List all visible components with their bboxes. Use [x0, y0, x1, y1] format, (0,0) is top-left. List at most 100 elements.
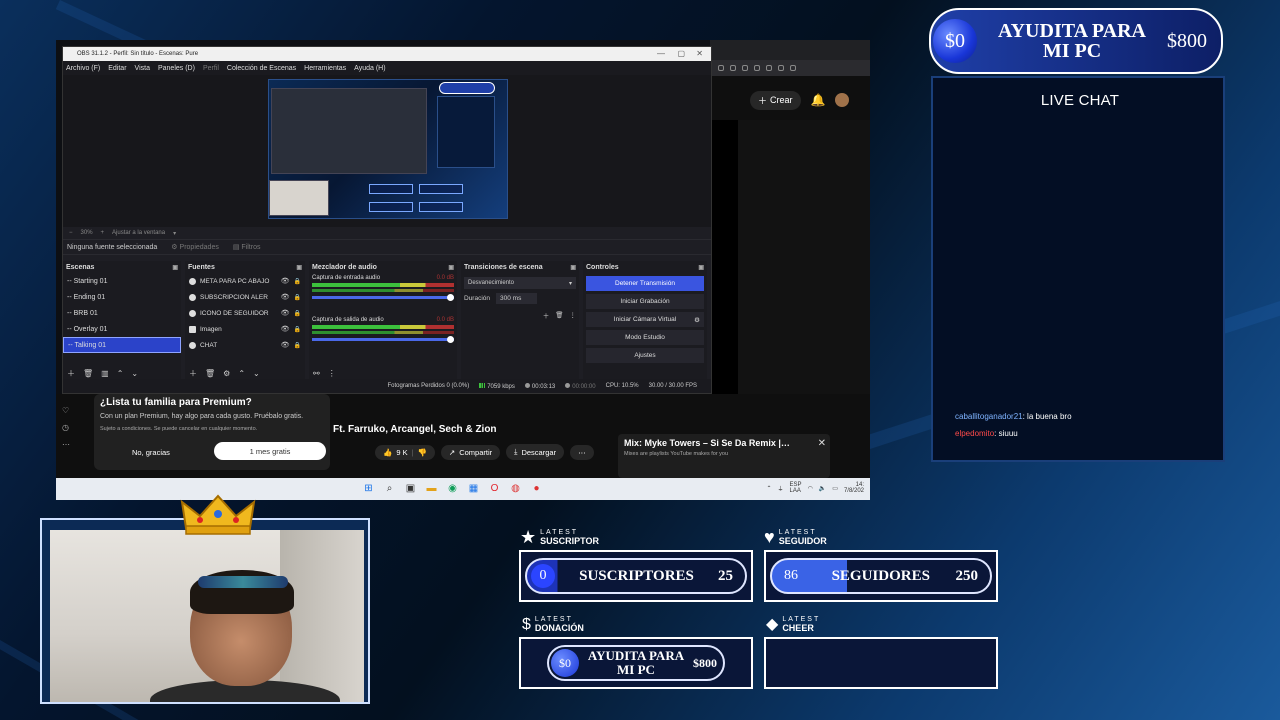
- scene-item[interactable]: -- Starting 01: [63, 273, 181, 289]
- opera-icon[interactable]: O: [488, 482, 501, 495]
- chevron-up-icon[interactable]: ⌃: [767, 485, 772, 492]
- zoom-mode-select[interactable]: Ajustar a la ventana: [112, 230, 165, 236]
- close-icon[interactable]: ✕: [696, 49, 703, 58]
- properties-button[interactable]: ⚙ Propiedades: [171, 243, 219, 251]
- add-icon[interactable]: ＋: [67, 368, 75, 379]
- history-icon[interactable]: ◷: [62, 423, 70, 432]
- scene-item[interactable]: -- Overlay 01: [63, 321, 181, 337]
- search-icon[interactable]: ⌕: [383, 482, 396, 495]
- move-down-icon[interactable]: ⌄: [131, 369, 138, 378]
- volume-icon[interactable]: 🔈: [819, 485, 826, 492]
- more-icon[interactable]: ⋮: [328, 369, 336, 378]
- menu-vista[interactable]: Vista: [135, 65, 150, 72]
- obs-preview[interactable]: [63, 75, 711, 227]
- studio-mode-button[interactable]: Modo Estudio: [586, 330, 704, 345]
- lock-icon[interactable]: 🔒: [294, 326, 301, 333]
- maximize-icon[interactable]: ▢: [677, 49, 685, 58]
- share-button[interactable]: ↗ Compartir: [440, 444, 501, 460]
- bell-icon[interactable]: 🔔: [811, 93, 826, 107]
- extension-icon[interactable]: [730, 65, 736, 71]
- create-button[interactable]: ＋ Crear: [750, 90, 801, 110]
- file-explorer-icon[interactable]: ▬: [425, 482, 438, 495]
- wifi-icon[interactable]: ◠: [808, 485, 813, 492]
- extension-icon[interactable]: [766, 65, 772, 71]
- zoom-out-button[interactable]: −: [69, 230, 73, 236]
- menu-perfil[interactable]: Perfil: [203, 65, 219, 72]
- eye-icon[interactable]: 👁: [281, 277, 290, 285]
- obs-icon[interactable]: ●: [530, 482, 543, 495]
- edge-icon[interactable]: ◉: [446, 482, 459, 495]
- chevron-down-icon[interactable]: ▾: [173, 230, 176, 237]
- more-icon[interactable]: ⋮: [570, 311, 577, 319]
- free-month-button[interactable]: 1 mes gratis: [214, 442, 326, 460]
- like-icon[interactable]: ♡: [62, 406, 70, 415]
- lock-icon[interactable]: 🔒: [294, 310, 301, 317]
- menu-paneles[interactable]: Paneles (D): [158, 65, 195, 72]
- scene-settings-icon[interactable]: ▥: [101, 369, 109, 378]
- source-item[interactable]: CHAT 👁 🔒: [185, 337, 305, 353]
- minimize-icon[interactable]: —: [657, 49, 665, 58]
- dock-menu-icon[interactable]: ▣: [698, 264, 704, 271]
- dock-menu-icon[interactable]: ▣: [570, 264, 576, 271]
- windows-start-icon[interactable]: ⊞: [362, 482, 375, 495]
- source-item[interactable]: Imagen 👁 🔒: [185, 321, 305, 337]
- duration-input[interactable]: 300 ms: [496, 293, 538, 304]
- extension-icon[interactable]: [790, 65, 796, 71]
- dock-menu-icon[interactable]: ▣: [172, 264, 178, 271]
- add-icon[interactable]: ＋: [543, 310, 550, 320]
- extension-icon[interactable]: [778, 65, 784, 71]
- more-actions-button[interactable]: ⋯: [570, 444, 594, 460]
- move-down-icon[interactable]: ⌄: [253, 369, 260, 378]
- eye-icon[interactable]: 👁: [281, 309, 290, 317]
- menu-editar[interactable]: Editar: [108, 65, 126, 72]
- lock-icon[interactable]: 🔒: [294, 294, 301, 301]
- stop-stream-button[interactable]: Detener Transmisión: [586, 276, 704, 291]
- eye-icon[interactable]: 👁: [281, 293, 290, 301]
- lock-icon[interactable]: 🔒: [294, 342, 301, 349]
- chrome-icon[interactable]: ◍: [509, 482, 522, 495]
- move-up-icon[interactable]: ⌃: [117, 369, 124, 378]
- extension-icon[interactable]: [718, 65, 724, 71]
- source-item[interactable]: META PARA PC ABAJO 👁 🔒: [185, 273, 305, 289]
- avatar[interactable]: [835, 93, 850, 107]
- extension-icon[interactable]: [754, 65, 760, 71]
- source-item[interactable]: ICONO DE SEGUIDOR 👁 🔒: [185, 305, 305, 321]
- start-recording-button[interactable]: Iniciar Grabación: [586, 294, 704, 309]
- trash-icon[interactable]: 🗑: [205, 369, 215, 378]
- link-icon[interactable]: ⚯: [313, 369, 320, 378]
- network-icon[interactable]: ⏚: [778, 484, 784, 493]
- menu-ayuda[interactable]: Ayuda (H): [354, 65, 385, 72]
- scene-item-active[interactable]: -- Talking 01: [63, 337, 181, 353]
- scene-item[interactable]: -- Ending 01: [63, 289, 181, 305]
- dock-menu-icon[interactable]: ▣: [448, 264, 454, 271]
- extension-icon[interactable]: [742, 65, 748, 71]
- task-view-icon[interactable]: ▣: [404, 482, 417, 495]
- settings-button[interactable]: Ajustes: [586, 348, 704, 363]
- like-button[interactable]: 👍 9 K | 👎: [375, 444, 435, 460]
- video-player[interactable]: [710, 120, 738, 418]
- virtual-camera-button[interactable]: Iniciar Cámara Virtual ⚙: [586, 312, 704, 327]
- download-button[interactable]: ⤓ Descargar: [506, 444, 565, 460]
- menu-escenas[interactable]: Colección de Escenas: [227, 65, 296, 72]
- eye-icon[interactable]: 👁: [281, 325, 290, 333]
- close-icon[interactable]: ✕: [818, 438, 826, 449]
- store-icon[interactable]: ▦: [467, 482, 480, 495]
- gear-icon[interactable]: ⚙: [223, 369, 230, 378]
- move-up-icon[interactable]: ⌃: [238, 369, 245, 378]
- battery-icon[interactable]: ▭: [832, 485, 838, 492]
- add-icon[interactable]: ＋: [189, 368, 197, 379]
- eye-icon[interactable]: 👁: [281, 341, 290, 349]
- volume-slider[interactable]: [312, 294, 454, 301]
- transition-select[interactable]: Desvanecimiento ▾: [464, 277, 576, 289]
- menu-archivo[interactable]: Archivo (F): [66, 65, 100, 72]
- lock-icon[interactable]: 🔒: [294, 278, 301, 285]
- dock-menu-icon[interactable]: ▣: [296, 264, 302, 271]
- volume-slider[interactable]: [312, 336, 454, 343]
- more-icon[interactable]: ⋯: [62, 440, 70, 449]
- filters-button[interactable]: ▤ Filtros: [233, 243, 261, 251]
- scene-item[interactable]: -- BRB 01: [63, 305, 181, 321]
- source-item[interactable]: SUBSCRIPCION ALER 👁 🔒: [185, 289, 305, 305]
- zoom-in-button[interactable]: +: [101, 230, 105, 236]
- trash-icon[interactable]: 🗑: [555, 311, 563, 319]
- no-thanks-button[interactable]: No, gracias: [116, 444, 186, 461]
